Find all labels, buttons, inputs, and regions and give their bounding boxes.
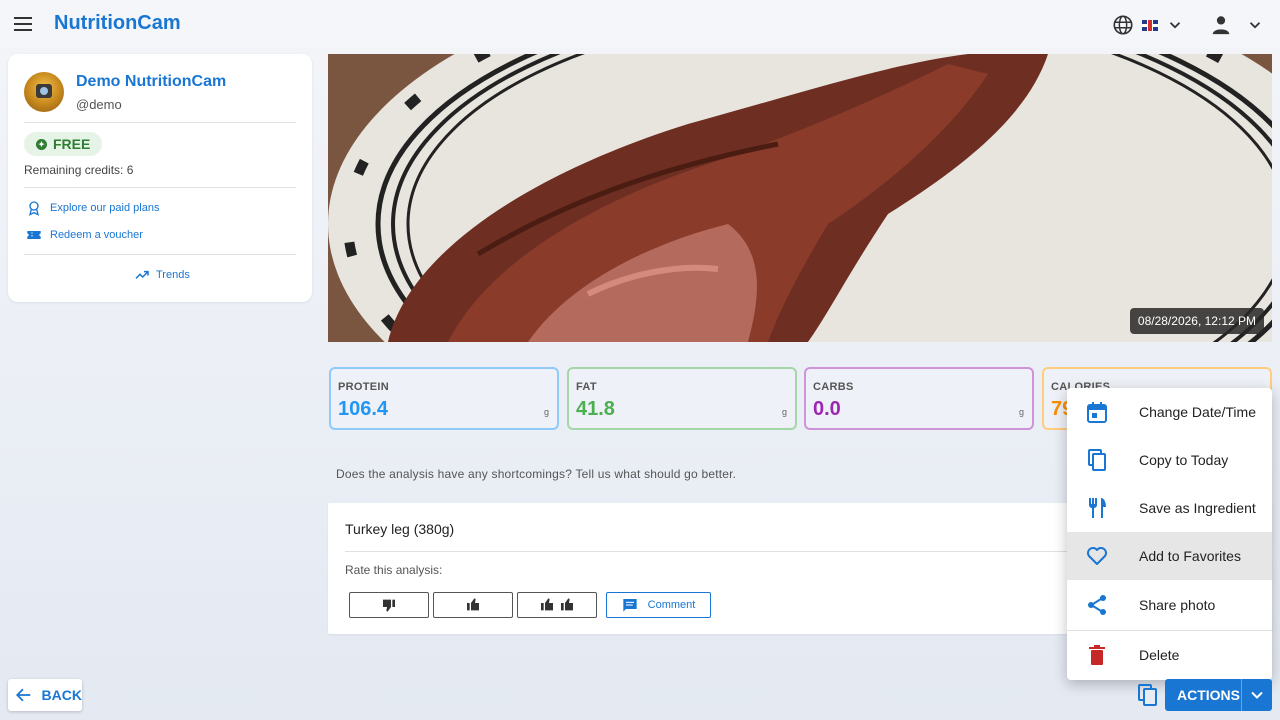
menu-item-label: Add to Favorites <box>1139 548 1241 564</box>
arrow-left-icon <box>15 688 31 702</box>
comment-icon <box>622 599 637 612</box>
menu-item-change-date[interactable]: Change Date/Time <box>1067 388 1272 436</box>
food-photo-image <box>328 54 1272 342</box>
calendar-icon <box>1087 402 1107 423</box>
macro-value: 41.8 <box>576 398 615 420</box>
menu-item-label: Share photo <box>1139 597 1216 613</box>
thumbs-up-icon <box>541 598 553 611</box>
actions-button[interactable]: ACTIONS <box>1165 679 1272 711</box>
menu-item-save-ingredient[interactable]: Save as Ingredient <box>1067 484 1272 532</box>
account-icon <box>1212 16 1230 35</box>
chevron-down-icon <box>1249 22 1261 29</box>
macro-label: PROTEIN <box>338 381 389 393</box>
menu-item-label: Save as Ingredient <box>1139 500 1256 516</box>
food-photo[interactable]: 08/28/2026, 12:12 PM <box>328 54 1272 342</box>
menu-item-copy-today[interactable]: Copy to Today <box>1067 436 1272 484</box>
menu-item-label: Copy to Today <box>1139 452 1229 468</box>
menu-item-delete[interactable]: Delete <box>1067 631 1272 679</box>
copy-button[interactable] <box>1136 683 1160 707</box>
profile-handle: @demo <box>76 97 122 112</box>
food-item: Turkey leg (380g) <box>345 521 455 537</box>
copy-icon <box>1088 449 1106 471</box>
menu-item-add-favorites[interactable]: Add to Favorites <box>1067 532 1272 580</box>
user-menu[interactable] <box>1210 14 1264 36</box>
language-selector[interactable] <box>1112 14 1184 36</box>
trends-label: Trends <box>156 269 190 281</box>
chevron-down-icon <box>1251 691 1263 699</box>
menu-item-share-photo[interactable]: Share photo <box>1067 581 1272 629</box>
plan-badge-label: FREE <box>53 136 91 152</box>
redeem-voucher-label: Redeem a voucher <box>50 229 143 241</box>
menu-item-label: Delete <box>1139 647 1180 663</box>
redeem-voucher-link[interactable]: Redeem a voucher <box>26 227 143 243</box>
plan-badge: ✦ FREE <box>24 132 103 156</box>
remaining-credits: Remaining credits: 6 <box>24 163 134 177</box>
macro-value: 106.4 <box>338 398 389 420</box>
macro-unit: g <box>1018 407 1024 417</box>
trash-icon <box>1089 645 1105 665</box>
macro-fat: FAT 41.8 g <box>567 367 797 430</box>
divider <box>24 187 296 188</box>
divider <box>1241 679 1242 711</box>
back-button[interactable]: BACK <box>8 679 82 711</box>
copy-icon <box>1138 684 1157 706</box>
rate-label: Rate this analysis: <box>345 563 443 577</box>
profile-name: Demo NutritionCam <box>76 73 227 90</box>
thumbs-down-button[interactable] <box>349 592 429 618</box>
macro-unit: g <box>543 407 549 417</box>
thumbs-up-icon <box>467 598 479 611</box>
hamburger-icon[interactable] <box>14 14 36 34</box>
macro-label: CARBS <box>813 381 854 393</box>
brand-title[interactable]: NutritionCam <box>54 12 181 35</box>
photo-timestamp: 08/28/2026, 12:12 PM <box>1129 308 1264 334</box>
share-icon <box>1088 595 1106 615</box>
uk-flag-icon <box>1142 19 1158 31</box>
back-label: BACK <box>41 687 82 703</box>
macro-label: FAT <box>576 381 597 393</box>
thumbs-up-icon <box>561 598 573 611</box>
top-bar: NutritionCam <box>0 0 1280 48</box>
actions-label: ACTIONS <box>1177 687 1240 703</box>
divider <box>24 254 296 255</box>
cutlery-icon <box>1089 498 1106 518</box>
explore-plans-label: Explore our paid plans <box>50 202 160 214</box>
thumbs-down-icon <box>383 599 395 612</box>
avatar <box>24 72 64 112</box>
macro-carbs: CARBS 0.0 g <box>804 367 1034 430</box>
globe-icon <box>1113 15 1133 35</box>
award-icon <box>29 201 39 216</box>
thumbs-up-button[interactable] <box>433 592 513 618</box>
comment-button[interactable]: Comment <box>606 592 711 618</box>
macro-protein: PROTEIN 106.4 g <box>329 367 559 430</box>
chevron-down-icon <box>1169 22 1181 29</box>
profile-card: Demo NutritionCam @demo ✦ FREE Remaining… <box>8 54 312 302</box>
ticket-icon <box>27 231 41 239</box>
menu-item-label: Change Date/Time <box>1139 404 1256 420</box>
actions-menu: Change Date/Time Copy to Today Save as I… <box>1067 388 1272 680</box>
explore-plans-link[interactable]: Explore our paid plans <box>26 200 159 216</box>
plan-badge-icon: ✦ <box>36 138 47 150</box>
comment-label: Comment <box>647 599 696 611</box>
macro-unit: g <box>781 407 787 417</box>
double-thumbs-up-button[interactable] <box>517 592 597 618</box>
trends-link[interactable]: Trends <box>134 267 190 283</box>
feedback-question: Does the analysis have any shortcomings?… <box>336 467 737 481</box>
divider <box>24 122 296 123</box>
trending-up-icon <box>135 270 149 279</box>
macro-value: 0.0 <box>813 398 841 420</box>
heart-icon <box>1087 547 1107 565</box>
